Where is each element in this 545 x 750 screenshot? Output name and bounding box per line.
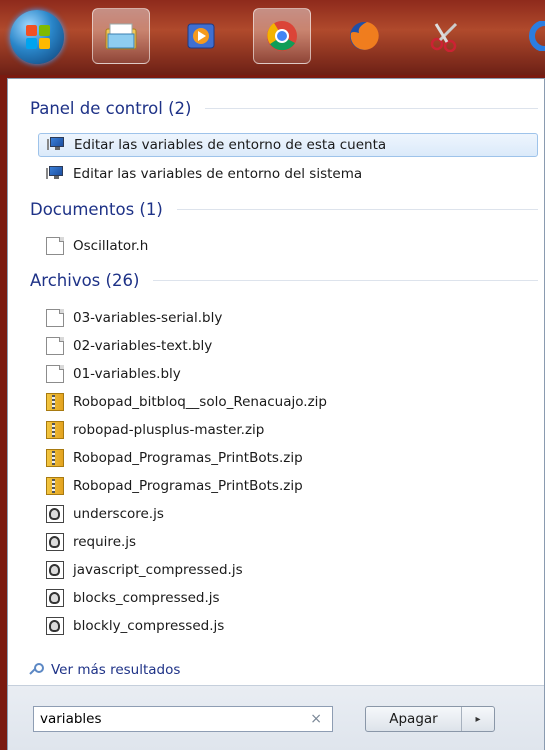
section-divider <box>153 280 538 281</box>
app-icon <box>529 21 545 51</box>
result-item-edit-system-env-vars[interactable]: Editar las variables de entorno del sist… <box>38 162 538 186</box>
list-item[interactable]: require.js <box>38 530 538 554</box>
control-panel-icon <box>46 165 64 183</box>
zip-icon <box>46 449 64 467</box>
firefox-taskbar-button[interactable] <box>335 8 393 64</box>
result-item-label: Robopad_Programas_PrintBots.zip <box>73 450 303 466</box>
result-item-label: robopad-plusplus-master.zip <box>73 422 265 438</box>
file-icon <box>46 365 64 383</box>
snipping-tool-icon <box>430 22 458 52</box>
result-item-label: 01-variables.bly <box>73 366 181 382</box>
list-item[interactable]: Robopad_Programas_PrintBots.zip <box>38 446 538 470</box>
app-taskbar-button[interactable] <box>497 8 545 64</box>
result-item-label: 02-variables-text.bly <box>73 338 213 354</box>
section-divider <box>176 209 538 210</box>
chrome-taskbar-button[interactable] <box>253 8 311 64</box>
shutdown-button[interactable]: Apagar <box>366 707 462 731</box>
script-icon <box>46 505 64 523</box>
section-title: Documentos (1) <box>30 200 163 219</box>
control-panel-icon <box>47 136 65 154</box>
script-icon <box>46 617 64 635</box>
file-icon <box>46 309 64 327</box>
result-item-label: 03-variables-serial.bly <box>73 310 223 326</box>
script-icon <box>46 589 64 607</box>
result-item-label: underscore.js <box>73 506 164 522</box>
zip-icon <box>46 393 64 411</box>
clear-search-icon[interactable]: × <box>310 711 322 727</box>
file-icon <box>46 337 64 355</box>
media-player-taskbar-button[interactable] <box>172 8 230 64</box>
result-item-label: Robopad_bitbloq__solo_Renacuajo.zip <box>73 394 327 410</box>
section-header-documents[interactable]: Documentos (1) <box>30 200 538 219</box>
chrome-icon <box>267 21 297 51</box>
result-item-label: Oscillator.h <box>73 238 149 254</box>
shutdown-options-arrow-icon[interactable]: ▸ <box>462 714 494 725</box>
list-item[interactable]: javascript_compressed.js <box>38 558 538 582</box>
snipping-tool-taskbar-button[interactable] <box>416 8 474 64</box>
section-header-files[interactable]: Archivos (26) <box>30 271 538 290</box>
search-input[interactable] <box>34 710 302 728</box>
list-item[interactable]: 01-variables.bly <box>38 362 538 386</box>
search-icon <box>29 662 45 678</box>
result-item-label: require.js <box>73 534 137 550</box>
see-more-results-link[interactable]: Ver más resultados <box>29 662 181 678</box>
list-item[interactable]: robopad-plusplus-master.zip <box>38 418 538 442</box>
list-item[interactable]: underscore.js <box>38 502 538 526</box>
script-icon <box>46 533 64 551</box>
result-item-label: javascript_compressed.js <box>73 562 243 578</box>
file-explorer-icon <box>105 23 137 50</box>
zip-icon <box>46 477 64 495</box>
file-explorer-taskbar-button[interactable] <box>92 8 150 64</box>
start-orb-button[interactable] <box>10 10 64 64</box>
result-item-label: Editar las variables de entorno del sist… <box>73 166 363 182</box>
section-title: Archivos (26) <box>30 271 140 290</box>
section-title: Panel de control (2) <box>30 99 192 118</box>
start-menu-search-results: Panel de control (2) Editar las variable… <box>7 78 545 750</box>
file-icon <box>46 237 64 255</box>
media-player-icon <box>187 23 215 49</box>
start-menu-bottom-bar: × Apagar ▸ <box>8 685 544 750</box>
windows-logo-icon <box>26 25 50 49</box>
search-box[interactable]: × <box>33 706 333 732</box>
script-icon <box>46 561 64 579</box>
list-item[interactable]: 02-variables-text.bly <box>38 334 538 358</box>
zip-icon <box>46 421 64 439</box>
list-item[interactable]: blocks_compressed.js <box>38 586 538 610</box>
result-item-oscillator-h[interactable]: Oscillator.h <box>38 234 538 258</box>
see-more-results-label: Ver más resultados <box>51 662 181 678</box>
taskbar <box>0 0 545 75</box>
list-item[interactable]: Robopad_bitbloq__solo_Renacuajo.zip <box>38 390 538 414</box>
section-divider <box>205 108 538 109</box>
shutdown-button-group: Apagar ▸ <box>365 706 495 732</box>
list-item[interactable]: 03-variables-serial.bly <box>38 306 538 330</box>
result-item-label: Editar las variables de entorno de esta … <box>74 137 387 153</box>
firefox-icon <box>350 22 379 50</box>
result-item-edit-user-env-vars[interactable]: Editar las variables de entorno de esta … <box>38 133 538 157</box>
list-item[interactable]: Robopad_Programas_PrintBots.zip <box>38 474 538 498</box>
section-header-control-panel[interactable]: Panel de control (2) <box>30 99 538 118</box>
list-item[interactable]: blockly_compressed.js <box>38 614 538 638</box>
result-item-label: blockly_compressed.js <box>73 618 225 634</box>
result-item-label: blocks_compressed.js <box>73 590 220 606</box>
result-item-label: Robopad_Programas_PrintBots.zip <box>73 478 303 494</box>
